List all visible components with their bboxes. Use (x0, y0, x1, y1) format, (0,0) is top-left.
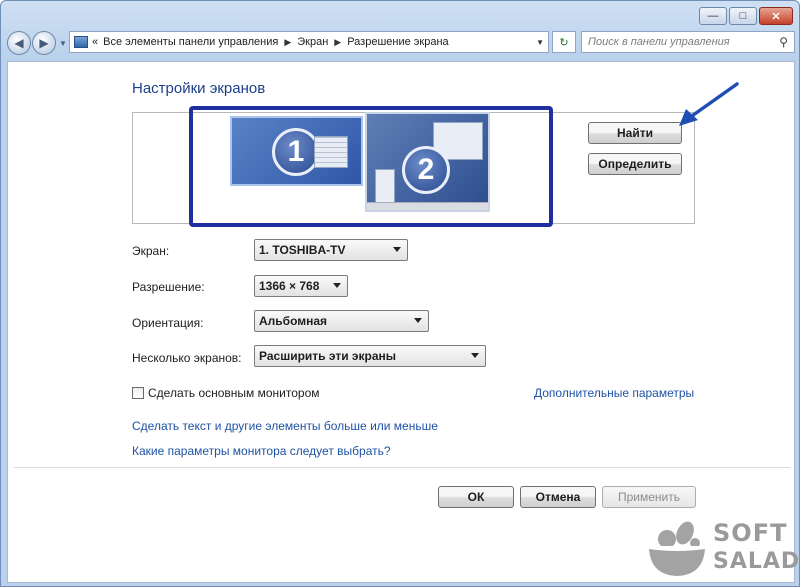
identify-button[interactable]: Определить (588, 153, 682, 175)
watermark-line1: SOFT (713, 519, 788, 547)
monitor-2[interactable]: 2 (365, 112, 490, 212)
watermark-line2: SALAD (713, 549, 800, 574)
resolution-select[interactable]: 1366 × 768 (254, 275, 348, 297)
control-panel-icon (74, 36, 88, 48)
breadcrumb-separator-icon[interactable]: ▶ (284, 37, 291, 48)
display-select[interactable]: 1. TOSHIBA-TV (254, 239, 408, 261)
back-button[interactable]: ◀ (7, 31, 31, 55)
resolution-label: Разрешение: (132, 280, 205, 294)
highlight-frame: 1 2 (189, 106, 553, 227)
annotation-arrow-icon (679, 82, 739, 126)
display-label: Экран: (132, 244, 170, 258)
orientation-select[interactable]: Альбомная (254, 310, 429, 332)
forward-button[interactable]: ▶ (32, 31, 56, 55)
content-area: Настройки экранов 1 2 Найти Определить Э… (7, 61, 795, 583)
breadcrumb-display[interactable]: Экран (297, 36, 328, 48)
orientation-value: Альбомная (259, 314, 328, 328)
breadcrumb-overflow[interactable]: « (92, 36, 98, 48)
chevron-down-icon (414, 318, 422, 323)
breadcrumb-separator-icon[interactable]: ▶ (334, 37, 341, 48)
taskbar-thumbnail (367, 202, 488, 210)
primary-monitor-label[interactable]: Сделать основным монитором (148, 386, 320, 400)
window-controls: — □ ✕ (699, 7, 793, 25)
search-icon[interactable]: ⚲ (779, 35, 788, 49)
which-settings-link[interactable]: Какие параметры монитора следует выбрать… (132, 444, 391, 458)
monitor-1[interactable]: 1 (230, 116, 363, 186)
cancel-button[interactable]: Отмена (520, 486, 596, 508)
find-button[interactable]: Найти (588, 122, 682, 144)
refresh-icon[interactable]: ↻ (552, 31, 576, 53)
minimize-button[interactable]: — (699, 7, 727, 25)
multiple-displays-value: Расширить эти экраны (259, 349, 397, 363)
search-placeholder: Поиск в панели управления (588, 36, 730, 48)
text-size-link[interactable]: Сделать текст и другие элементы больше и… (132, 419, 438, 433)
recent-pages-chevron-icon[interactable]: ▼ (59, 39, 67, 48)
breadcrumb-all-items[interactable]: Все элементы панели управления (103, 36, 278, 48)
breadcrumb-resolution[interactable]: Разрешение экрана (347, 36, 448, 48)
advanced-settings-link[interactable]: Дополнительные параметры (534, 386, 694, 400)
address-dropdown-icon[interactable]: ▼ (536, 38, 544, 47)
ok-button[interactable]: ОК (438, 486, 514, 508)
chevron-down-icon (471, 353, 479, 358)
window-thumbnail-icon (314, 136, 348, 168)
address-bar[interactable]: « Все элементы панели управления ▶ Экран… (69, 31, 549, 53)
multiple-displays-select[interactable]: Расширить эти экраны (254, 345, 486, 367)
salad-bowl-logo-icon (649, 521, 705, 576)
search-input[interactable]: Поиск в панели управления ⚲ (581, 31, 795, 53)
divider (14, 467, 790, 468)
chevron-down-icon (393, 247, 401, 252)
primary-monitor-checkbox[interactable] (132, 387, 144, 399)
chevron-down-icon (333, 283, 341, 288)
navigation-bar: ◀ ▶ ▼ « Все элементы панели управления ▶… (7, 29, 795, 57)
page-title: Настройки экранов (132, 80, 266, 97)
multiple-displays-label: Несколько экранов: (132, 351, 242, 365)
monitor-1-number: 1 (272, 128, 320, 176)
monitor-2-number: 2 (402, 146, 450, 194)
close-button[interactable]: ✕ (759, 7, 793, 25)
softsalad-watermark: SOFT SALAD (641, 513, 800, 585)
orientation-label: Ориентация: (132, 316, 204, 330)
maximize-button[interactable]: □ (729, 7, 757, 25)
window-thumbnail-icon (375, 169, 395, 203)
resolution-value: 1366 × 768 (259, 279, 320, 293)
window: — □ ✕ ◀ ▶ ▼ « Все элементы панели управл… (0, 0, 800, 587)
display-value: 1. TOSHIBA-TV (259, 243, 346, 257)
apply-button[interactable]: Применить (602, 486, 696, 508)
